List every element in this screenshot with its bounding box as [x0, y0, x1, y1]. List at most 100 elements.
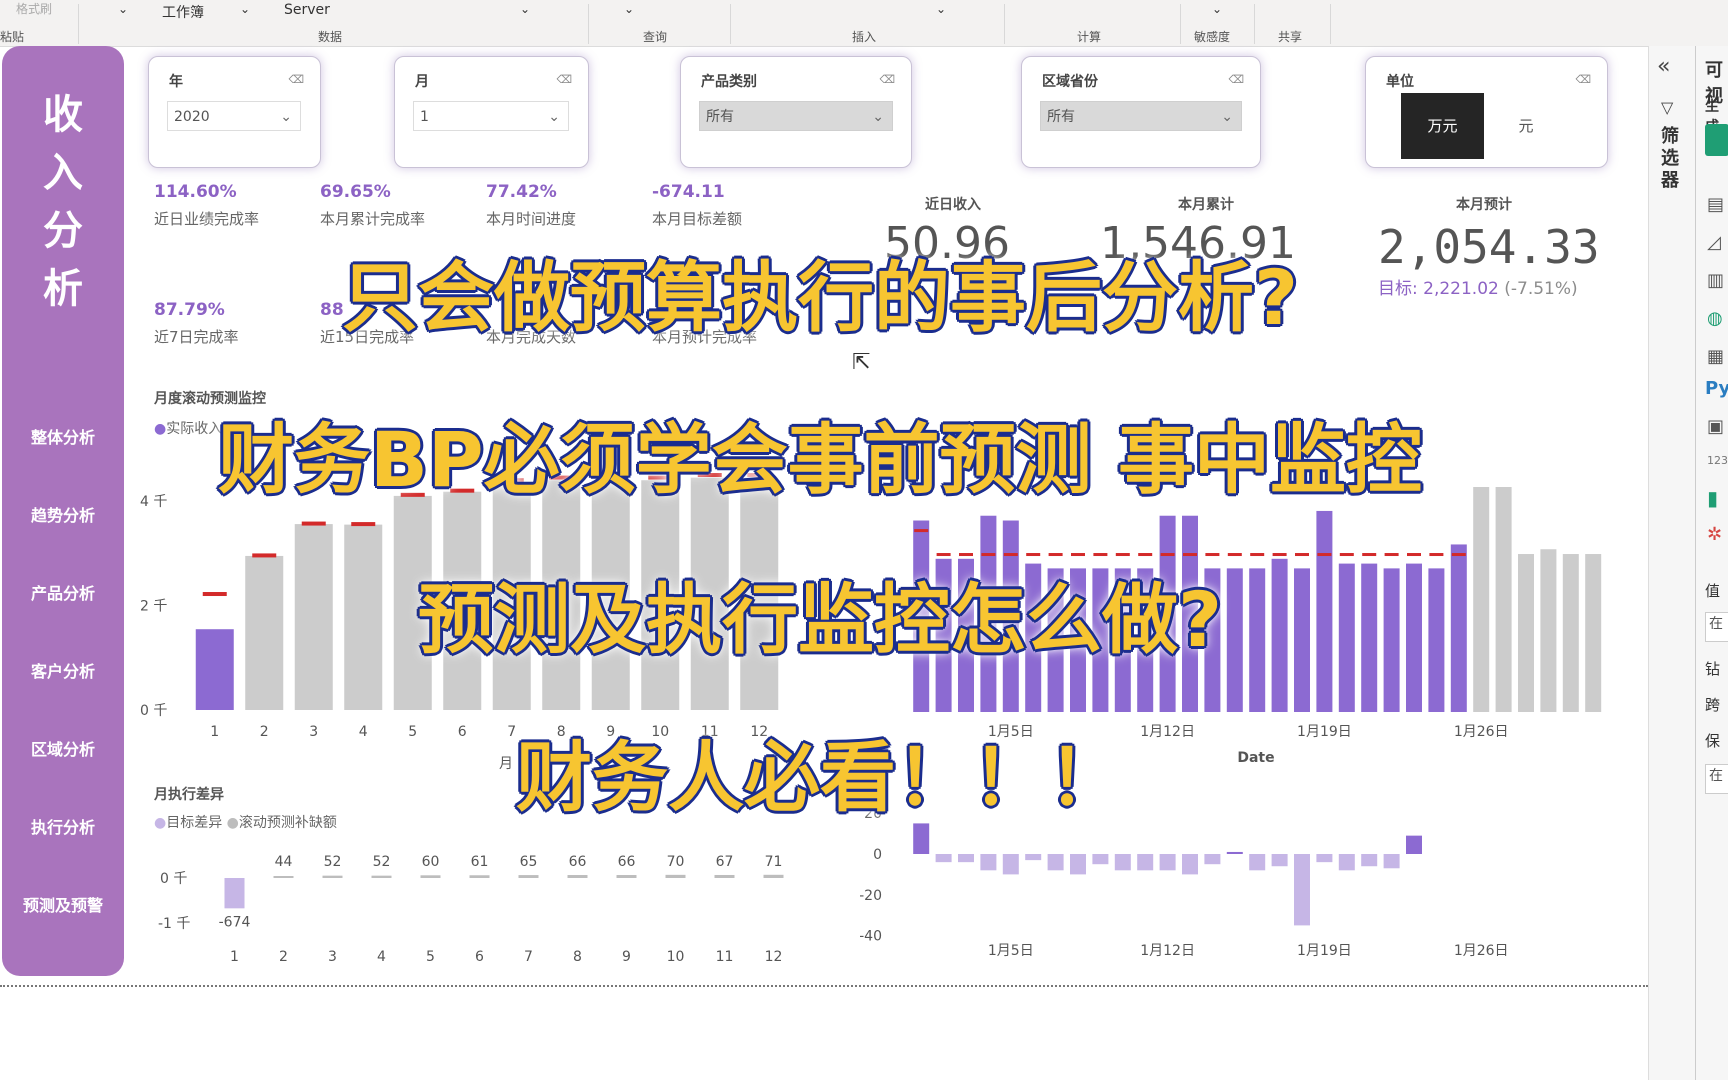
- x-tick-label: 10: [667, 949, 685, 965]
- fill-bar: [665, 874, 686, 878]
- target-marker: [936, 553, 951, 557]
- decomposition-icon[interactable]: ✲: [1707, 524, 1722, 545]
- fill-bar: [322, 875, 343, 878]
- eraser-icon[interactable]: ⌫: [879, 73, 895, 86]
- chevron-down-icon[interactable]: ⌄: [936, 2, 946, 16]
- card-label: 近日收入: [925, 197, 981, 213]
- region-slicer: 区域省份 ⌫ 所有 ⌄: [1021, 56, 1261, 168]
- y-tick-label: -40: [860, 929, 882, 945]
- gap-bar: [1226, 851, 1243, 854]
- overlay-line-3: 预测及执行监控怎么做?: [417, 575, 1223, 664]
- ribbon-group-calc: 计算: [1077, 30, 1102, 44]
- y-tick-label: -1 千: [158, 916, 190, 932]
- target-marker: [1295, 553, 1309, 557]
- category-slicer: 产品类别 ⌫ 所有 ⌄: [680, 56, 912, 168]
- drill-label: 钻: [1705, 660, 1721, 678]
- chevron-down-icon[interactable]: ⌄: [520, 2, 530, 16]
- data-label: 70: [667, 854, 685, 870]
- eraser-icon[interactable]: ⌫: [288, 73, 304, 86]
- chevron-down-icon[interactable]: ⌄: [240, 2, 250, 16]
- stacked-bar-icon[interactable]: ▤: [1707, 194, 1724, 215]
- collapse-icon[interactable]: «: [1657, 54, 1670, 79]
- kpi-value: 114.60%: [154, 182, 237, 202]
- data-label: -674: [219, 914, 251, 930]
- month-slicer: 月 ⌫ 1 ⌄: [394, 56, 589, 168]
- target-marker: [1407, 553, 1421, 557]
- format-painter-button[interactable]: 格式刷: [16, 0, 52, 17]
- x-tick-label: 1月19日: [1297, 943, 1352, 959]
- fill-bar: [616, 875, 637, 878]
- card-label: 本月累计: [1178, 197, 1234, 213]
- drillthrough-well[interactable]: 在: [1705, 764, 1728, 794]
- mouse-cursor-icon: ⇱: [852, 350, 871, 375]
- unit-option-yuan[interactable]: 元: [1496, 93, 1556, 159]
- card-visual-icon[interactable]: 123: [1707, 454, 1728, 467]
- gap-bar: [913, 823, 930, 854]
- key-influencers-icon[interactable]: ▮: [1707, 486, 1718, 510]
- x-tick-label: 6: [475, 949, 484, 965]
- month-slicer-label: 月: [415, 74, 429, 90]
- target-marker: [351, 522, 376, 527]
- gap-bar: [1002, 854, 1019, 875]
- monthly-gap-chart: 0 千 -1 千 -674 1 44 2 52 3 52 4 60 5 61 6 65 7 66 8 66 9 70 10…: [158, 854, 784, 965]
- category-dropdown[interactable]: 所有 ⌄: [699, 101, 893, 131]
- target-marker: [1205, 553, 1220, 557]
- region-dropdown[interactable]: 所有 ⌄: [1040, 101, 1242, 131]
- target-marker: [1048, 553, 1063, 557]
- server-button[interactable]: Server: [284, 2, 330, 18]
- month-dropdown[interactable]: 1 ⌄: [413, 101, 569, 131]
- kpi-value: -674.11: [652, 182, 725, 202]
- gap-bar: [1361, 854, 1378, 867]
- gap-bar: [1070, 854, 1086, 875]
- values-label: 值: [1705, 582, 1721, 600]
- chevron-down-icon[interactable]: ⌄: [1212, 2, 1222, 16]
- eraser-icon[interactable]: ⌫: [1228, 73, 1244, 86]
- kpi-label: 近日业绩完成率: [154, 210, 260, 228]
- gap-bar: [1182, 854, 1198, 875]
- donut-icon[interactable]: ◍: [1707, 308, 1723, 329]
- nav-item-forecast[interactable]: 预测及预警: [2, 892, 124, 916]
- year-dropdown[interactable]: 2020 ⌄: [167, 101, 301, 131]
- table-icon[interactable]: ▦: [1707, 346, 1724, 367]
- unit-option-wan[interactable]: 万元: [1401, 93, 1484, 159]
- line-chart-icon[interactable]: ◿: [1707, 232, 1721, 253]
- chevron-down-icon: ⌄: [1221, 109, 1233, 125]
- gap-bar: [958, 854, 974, 863]
- keep-filters-label: 保: [1705, 732, 1721, 750]
- ribbon-group-share: 共享: [1278, 30, 1303, 44]
- target-marker: [1160, 553, 1175, 557]
- gap-bar: [1204, 854, 1221, 865]
- eraser-icon[interactable]: ⌫: [556, 73, 572, 86]
- values-well[interactable]: 在: [1705, 612, 1728, 642]
- eraser-icon[interactable]: ⌫: [1575, 73, 1591, 86]
- data-label: 52: [373, 854, 391, 870]
- target-marker: [1026, 553, 1041, 557]
- python-visual-icon[interactable]: Py: [1705, 378, 1728, 399]
- chevron-down-icon[interactable]: ⌄: [624, 2, 634, 16]
- filters-pane-label[interactable]: 筛选器: [1661, 126, 1683, 192]
- filter-icon[interactable]: ▽: [1661, 98, 1673, 117]
- x-tick-label: 3: [328, 949, 337, 965]
- build-visual-icon[interactable]: [1705, 124, 1728, 156]
- data-label: 65: [520, 854, 538, 870]
- column-chart-icon[interactable]: ▥: [1707, 270, 1724, 291]
- kpi-label: 本月目标差额: [652, 210, 743, 228]
- target-marker: [1138, 553, 1153, 557]
- target-marker: [981, 553, 996, 557]
- target-marker: [1384, 553, 1399, 557]
- report-icon[interactable]: ▣: [1707, 416, 1724, 437]
- target-marker: [1183, 553, 1197, 557]
- chevron-down-icon[interactable]: ⌄: [118, 2, 128, 16]
- y-tick-label: 0: [873, 847, 882, 863]
- fill-bar: [714, 874, 735, 878]
- overlay-line-2: 财务BP必须学会事前预测 事中监控: [217, 415, 1423, 504]
- target-marker: [1429, 553, 1444, 557]
- card-label: 本月预计: [1456, 197, 1512, 213]
- ribbon-group-insert: 插入: [852, 30, 877, 44]
- target-marker: [301, 521, 326, 526]
- x-tick-label: 5: [426, 949, 435, 965]
- target-marker: [959, 553, 973, 557]
- data-label: 52: [324, 854, 342, 870]
- chevron-down-icon: ⌄: [280, 109, 292, 125]
- workbook-button[interactable]: 工作簿: [162, 2, 204, 22]
